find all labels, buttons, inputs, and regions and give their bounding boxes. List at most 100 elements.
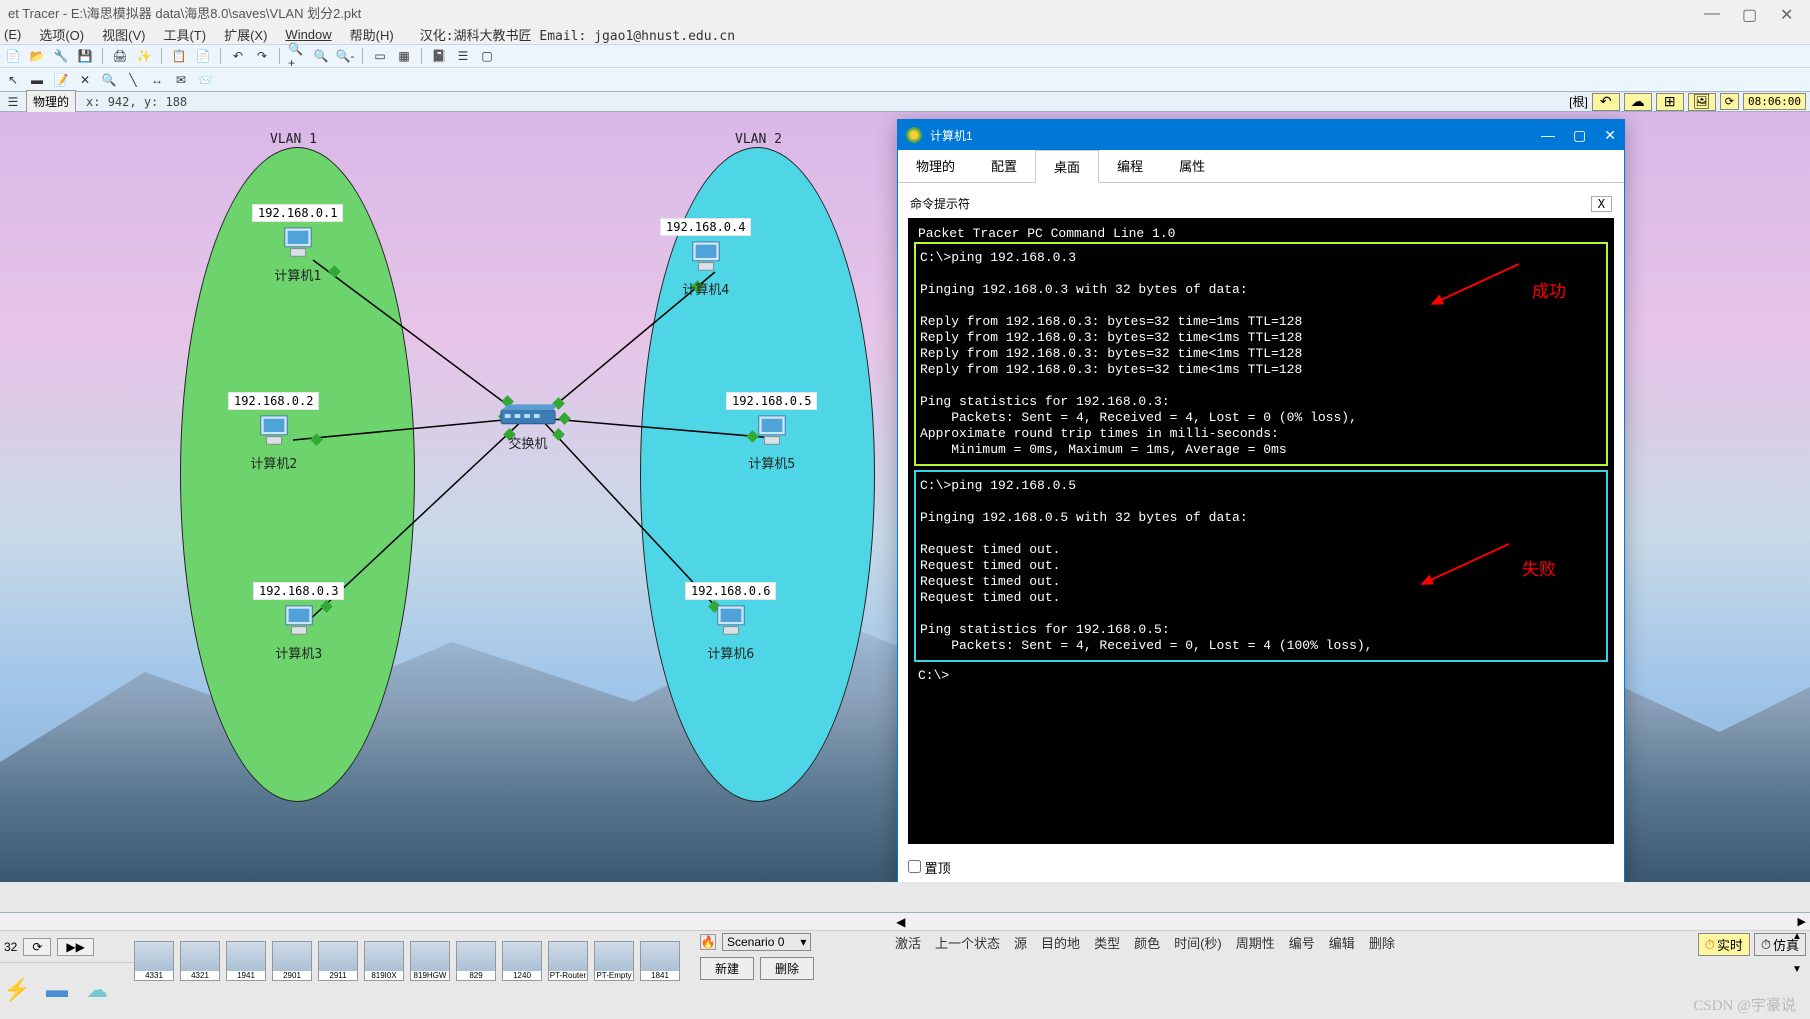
menu-item[interactable]: 选项(O) <box>39 25 84 44</box>
zoom-out-icon[interactable]: 🔍- <box>336 47 354 65</box>
zoom-in-icon[interactable]: 🔍+ <box>288 47 306 65</box>
power-cycle-icon[interactable]: ⟳ <box>1720 93 1739 110</box>
delete-scenario-button[interactable]: 删除 <box>760 957 814 980</box>
lightning-icon[interactable]: ⚡ <box>4 979 30 1001</box>
menu-item[interactable]: 扩展(X) <box>224 25 267 44</box>
workspace[interactable]: VLAN 1 VLAN 2 192.168.0.1 计算机1 192.168.0… <box>0 112 1810 882</box>
tab-physical[interactable]: 物理的 <box>898 150 973 182</box>
pdu-icon[interactable]: ✉ <box>172 71 190 89</box>
minimize-icon[interactable]: — <box>1541 127 1555 144</box>
reset-button[interactable]: ⟳ <box>23 938 51 956</box>
device-thumb[interactable]: PT-Router <box>548 941 588 981</box>
list-toggle-icon[interactable]: ☰ <box>4 93 22 111</box>
toolbar: 📄 📂 🔧 💾 🖨 ✨ 📋 📄 ↶ ↷ 🔍+ 🔍 🔍- ▭ ▦ 📓 ☰ ▢ <box>0 44 1810 68</box>
custom-devices-icon[interactable]: ▦ <box>395 47 413 65</box>
titlebar: et Tracer - E:\海思模拟器 data\海思8.0\saves\VL… <box>0 0 1810 24</box>
complex-pdu-icon[interactable]: 📨 <box>196 71 214 89</box>
map-icon[interactable]: ⊞ <box>1656 93 1684 111</box>
tab-config[interactable]: 配置 <box>973 150 1035 182</box>
device-thumb[interactable]: 2911 <box>318 941 358 981</box>
menu-item[interactable]: Window <box>285 27 331 42</box>
new-file-icon[interactable]: 📄 <box>4 47 22 65</box>
device-thumb[interactable]: PT-Empty <box>594 941 634 981</box>
wrench-icon[interactable]: 🔧 <box>52 47 70 65</box>
device-thumb[interactable]: 4321 <box>180 941 220 981</box>
pc-icon <box>753 414 791 451</box>
term-line: Reply from 192.168.0.3: bytes=32 time<1m… <box>920 346 1602 362</box>
redo-icon[interactable]: ↷ <box>253 47 271 65</box>
menu-item[interactable]: 工具(T) <box>163 25 206 44</box>
note-icon[interactable]: 📝 <box>52 71 70 89</box>
pc3-device[interactable]: 192.168.0.3 计算机3 <box>253 582 344 662</box>
notes-icon[interactable]: 📓 <box>430 47 448 65</box>
window-icon[interactable]: ▢ <box>478 47 496 65</box>
tab-desktop[interactable]: 桌面 <box>1035 150 1099 183</box>
open-icon[interactable]: 📂 <box>28 47 46 65</box>
terminal[interactable]: Packet Tracer PC Command Line 1.0 C:\>pi… <box>908 218 1614 844</box>
realtime-button[interactable]: ⏱实时 <box>1698 933 1750 956</box>
image-icon[interactable]: 🖼 <box>1688 93 1716 111</box>
pc5-device[interactable]: 192.168.0.5 计算机5 <box>726 392 817 472</box>
folder-icon[interactable]: ▬ <box>44 979 70 1001</box>
device-thumb[interactable]: 2901 <box>272 941 312 981</box>
pc6-device[interactable]: 192.168.0.6 计算机6 <box>685 582 776 662</box>
maximize-icon[interactable]: ▢ <box>1742 5 1756 19</box>
device-thumb[interactable]: 1240 <box>502 941 542 981</box>
pc1-dialog[interactable]: 计算机1 — ▢ ✕ 物理的 配置 桌面 编程 属性 命令提示符 X Packe… <box>897 119 1625 882</box>
resize-icon[interactable]: ↔ <box>148 71 166 89</box>
fire-icon[interactable]: 🔥 <box>700 934 716 950</box>
scenario-select[interactable]: Scenario 0▾ <box>722 933 811 951</box>
back-nav-icon[interactable]: ↶ <box>1592 93 1620 111</box>
fast-forward-button[interactable]: ▶▶ <box>57 938 93 956</box>
maximize-icon[interactable]: ▢ <box>1573 127 1586 144</box>
device-thumb[interactable]: 1941 <box>226 941 266 981</box>
select-icon[interactable]: ↖ <box>4 71 22 89</box>
tab-attributes[interactable]: 属性 <box>1161 150 1223 182</box>
device-thumb[interactable]: 829 <box>456 941 496 981</box>
device-thumb[interactable]: 4331 <box>134 941 174 981</box>
menu-item[interactable]: (E) <box>4 27 21 42</box>
pc1-device[interactable]: 192.168.0.1 计算机1 <box>252 204 343 284</box>
menu-item[interactable]: 视图(V) <box>102 25 145 44</box>
pc5-ip: 192.168.0.5 <box>726 392 817 410</box>
coordinates: x: 942, y: 188 <box>86 95 187 109</box>
hand-icon[interactable]: ▬ <box>28 71 46 89</box>
copy-icon[interactable]: 📋 <box>170 47 188 65</box>
device-thumb[interactable]: 819I0X <box>364 941 404 981</box>
delete-icon[interactable]: ✕ <box>76 71 94 89</box>
close-icon[interactable]: ✕ <box>1780 5 1794 19</box>
scroll-up-icon[interactable]: ▲ <box>1792 931 1802 942</box>
tab-programming[interactable]: 编程 <box>1099 150 1161 182</box>
paste-icon[interactable]: 📄 <box>194 47 212 65</box>
draw-line-icon[interactable]: ╲ <box>124 71 142 89</box>
device-thumb[interactable]: 1841 <box>640 941 680 981</box>
term-line: Packets: Sent = 4, Received = 0, Lost = … <box>920 638 1602 654</box>
new-scenario-button[interactable]: 新建 <box>700 957 754 980</box>
dialog-titlebar[interactable]: 计算机1 — ▢ ✕ <box>898 120 1624 150</box>
scroll-down-icon[interactable]: ▼ <box>1792 964 1802 975</box>
cloud-icon[interactable]: ☁ <box>1624 93 1652 111</box>
menu-item[interactable]: 帮助(H) <box>350 25 394 44</box>
zoom-reset-icon[interactable]: 🔍 <box>312 47 330 65</box>
pc4-device[interactable]: 192.168.0.4 计算机4 <box>660 218 751 298</box>
close-icon[interactable]: ✕ <box>1604 127 1616 144</box>
pc2-device[interactable]: 192.168.0.2 计算机2 <box>228 392 319 472</box>
fail-block: C:\>ping 192.168.0.5 Pinging 192.168.0.5… <box>914 470 1608 662</box>
device-thumb[interactable]: 819HGW <box>410 941 450 981</box>
close-prompt-button[interactable]: X <box>1591 196 1612 212</box>
physical-bar: ☰ 物理的 x: 942, y: 188 [根] ↶ ☁ ⊞ 🖼 ⟳ 08:06… <box>0 92 1810 112</box>
pc3-name: 计算机3 <box>275 643 322 662</box>
minimize-icon[interactable]: — <box>1704 5 1718 19</box>
undo-icon[interactable]: ↶ <box>229 47 247 65</box>
wizard-icon[interactable]: ✨ <box>135 47 153 65</box>
cloud-icon[interactable]: ☁ <box>84 979 110 1001</box>
draw-palette-icon[interactable]: ▭ <box>371 47 389 65</box>
save-icon[interactable]: 💾 <box>76 47 94 65</box>
list-icon[interactable]: ☰ <box>454 47 472 65</box>
print-icon[interactable]: 🖨 <box>111 47 129 65</box>
pin-top-checkbox[interactable]: 置顶 <box>908 861 951 876</box>
inspect-icon[interactable]: 🔍 <box>100 71 118 89</box>
physical-button[interactable]: 物理的 <box>26 90 76 113</box>
switch-device[interactable]: 交换机 <box>499 402 557 452</box>
term-line: C:\>ping 192.168.0.5 <box>920 478 1602 494</box>
